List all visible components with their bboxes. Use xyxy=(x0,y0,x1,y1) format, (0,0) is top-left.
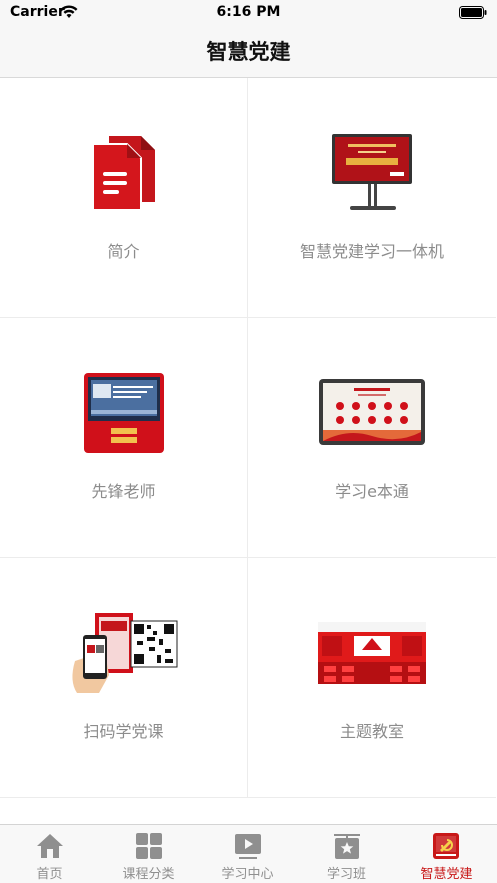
grid-item-introduction[interactable]: 简介 xyxy=(0,78,248,318)
tab-label: 学习班 xyxy=(326,867,366,882)
grid-item-label: 扫码学党课 xyxy=(83,722,164,741)
tab-home[interactable]: 首页 xyxy=(0,825,99,883)
tab-smart-party[interactable]: 智慧党建 xyxy=(396,825,497,883)
tab-bar: 首页 课程分类 学习中心 学习班 智慧党建 xyxy=(0,824,497,883)
qr-scan-phone-icon xyxy=(71,613,177,693)
clock-label: 6:16 PM xyxy=(216,4,281,20)
document-icon xyxy=(91,136,155,211)
home-icon xyxy=(37,834,63,858)
battery-icon xyxy=(459,6,487,19)
tab-study-class[interactable]: 学习班 xyxy=(297,825,396,883)
tab-label: 学习中心 xyxy=(221,867,274,882)
grid-item-qr-scan[interactable]: 扫码学党课 xyxy=(0,558,248,798)
class-star-icon xyxy=(334,834,360,859)
grid-item-label: 学习e本通 xyxy=(335,482,409,501)
video-play-icon xyxy=(235,834,261,859)
feature-grid: 简介 智慧党建学习一体机 先锋老师 学习e本通 扫码学党课 主题教室 xyxy=(0,78,497,824)
page-title: 智慧党建 xyxy=(206,40,291,64)
grid-item-themed-classroom[interactable]: 主题教室 xyxy=(248,558,496,798)
tab-course-categories[interactable]: 课程分类 xyxy=(99,825,198,883)
tab-label: 首页 xyxy=(36,867,63,882)
grid-item-e-study[interactable]: 学习e本通 xyxy=(248,318,496,558)
tab-learning-center[interactable]: 学习中心 xyxy=(198,825,297,883)
party-emblem-icon xyxy=(433,833,459,859)
category-grid-icon xyxy=(136,833,162,859)
tab-label: 智慧党建 xyxy=(420,867,473,882)
status-bar: Carrier 6:16 PM xyxy=(0,0,497,26)
grid-item-label: 简介 xyxy=(107,242,140,261)
grid-item-label: 智慧党建学习一体机 xyxy=(299,242,444,261)
grid-item-label: 先锋老师 xyxy=(91,482,156,501)
grid-item-vanguard-teacher[interactable]: 先锋老师 xyxy=(0,318,248,558)
grid-item-label: 主题教室 xyxy=(339,722,404,741)
e-study-tablet-icon xyxy=(319,379,425,445)
vanguard-teacher-terminal-icon xyxy=(83,373,164,453)
tab-label: 课程分类 xyxy=(122,867,175,882)
learning-kiosk-icon xyxy=(332,134,412,210)
navigation-bar: 智慧党建 xyxy=(0,26,497,78)
grid-item-learning-kiosk[interactable]: 智慧党建学习一体机 xyxy=(248,78,496,318)
themed-classroom-icon xyxy=(318,622,426,684)
